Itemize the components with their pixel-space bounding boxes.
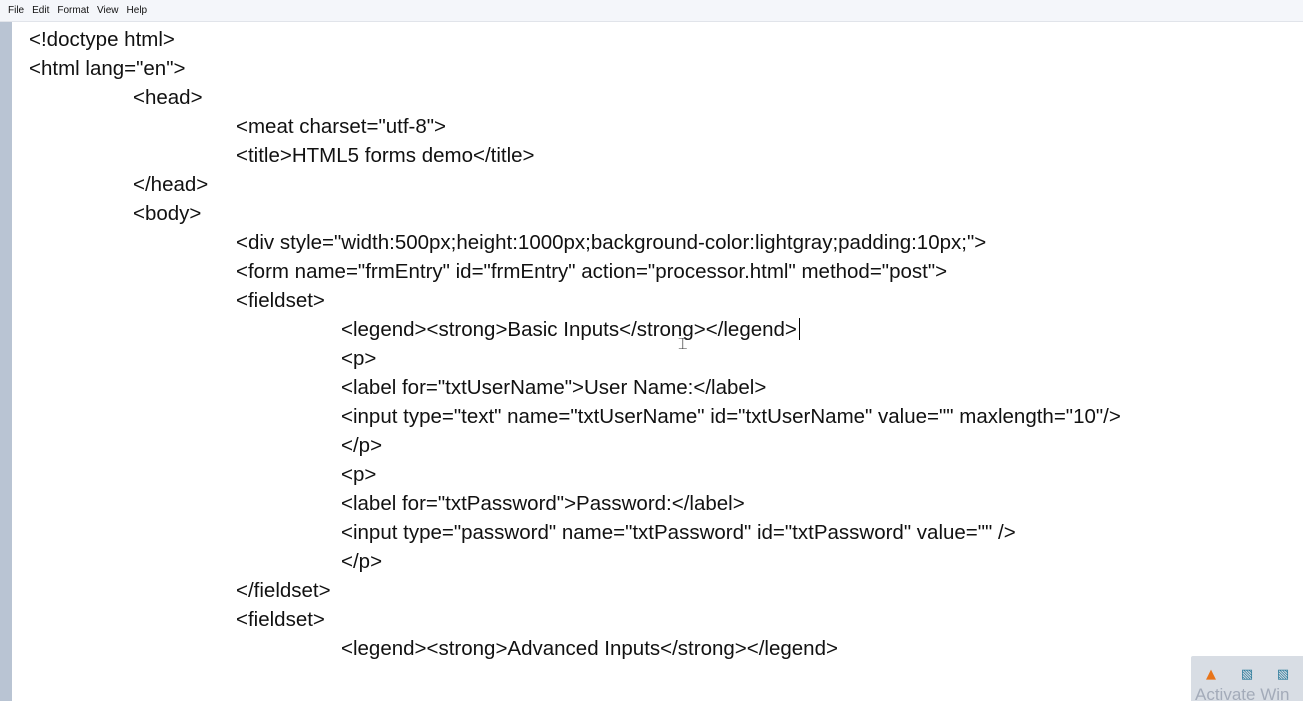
code-line: <form name="frmEntry" id="frmEntry" acti… [236, 260, 948, 283]
app-icon[interactable]: ▧ [1275, 667, 1291, 683]
activate-windows-watermark: Activate Win [1195, 685, 1290, 701]
notepad-window: File Edit Format View Help <!doctype htm… [0, 0, 1303, 701]
code-line: <label for="txtPassword">Password:</labe… [341, 492, 745, 515]
code-line: <head> [133, 86, 203, 109]
menu-file[interactable]: File [4, 0, 28, 22]
code-line: <p> [341, 463, 377, 486]
menu-edit[interactable]: Edit [28, 0, 53, 22]
code-line: <html lang="en"> [29, 57, 186, 80]
code-line: <fieldset> [236, 608, 325, 631]
text-caret [798, 318, 800, 340]
code-line: <input type="password" name="txtPassword… [341, 521, 1016, 544]
app-icon[interactable]: ▧ [1239, 667, 1255, 683]
menu-format[interactable]: Format [53, 0, 93, 22]
code-line: <div style="width:500px;height:1000px;ba… [236, 231, 987, 254]
vlc-icon[interactable]: ▲ [1203, 667, 1219, 683]
code-line: </fieldset> [236, 579, 331, 602]
code-line: <p> [341, 347, 377, 370]
code-line: <input type="text" name="txtUserName" id… [341, 405, 1121, 428]
ibeam-cursor-icon: ⌶ [678, 334, 688, 353]
text-editor[interactable]: <!doctype html> <html lang="en"> <head> … [12, 22, 1303, 701]
left-edge-strip [0, 22, 12, 701]
code-line: </p> [341, 550, 383, 573]
code-line: <body> [133, 202, 202, 225]
code-line: </p> [341, 434, 383, 457]
menu-view[interactable]: View [93, 0, 123, 22]
code-line: <!doctype html> [29, 28, 175, 51]
menu-bar: File Edit Format View Help [0, 0, 1303, 22]
menu-help[interactable]: Help [123, 0, 152, 22]
code-line: </head> [133, 173, 209, 196]
code-line: <fieldset> [236, 289, 325, 312]
code-line-text: <legend><strong>Basic Inputs</strong></l… [341, 318, 797, 341]
code-line: <legend><strong>Advanced Inputs</strong>… [341, 637, 838, 660]
code-line: <label for="txtUserName">User Name:</lab… [341, 376, 767, 399]
code-line: <title>HTML5 forms demo</title> [236, 144, 535, 167]
code-line-with-caret: <legend><strong>Basic Inputs</strong></l… [341, 316, 800, 344]
code-line: <meat charset="utf-8"> [236, 115, 446, 138]
